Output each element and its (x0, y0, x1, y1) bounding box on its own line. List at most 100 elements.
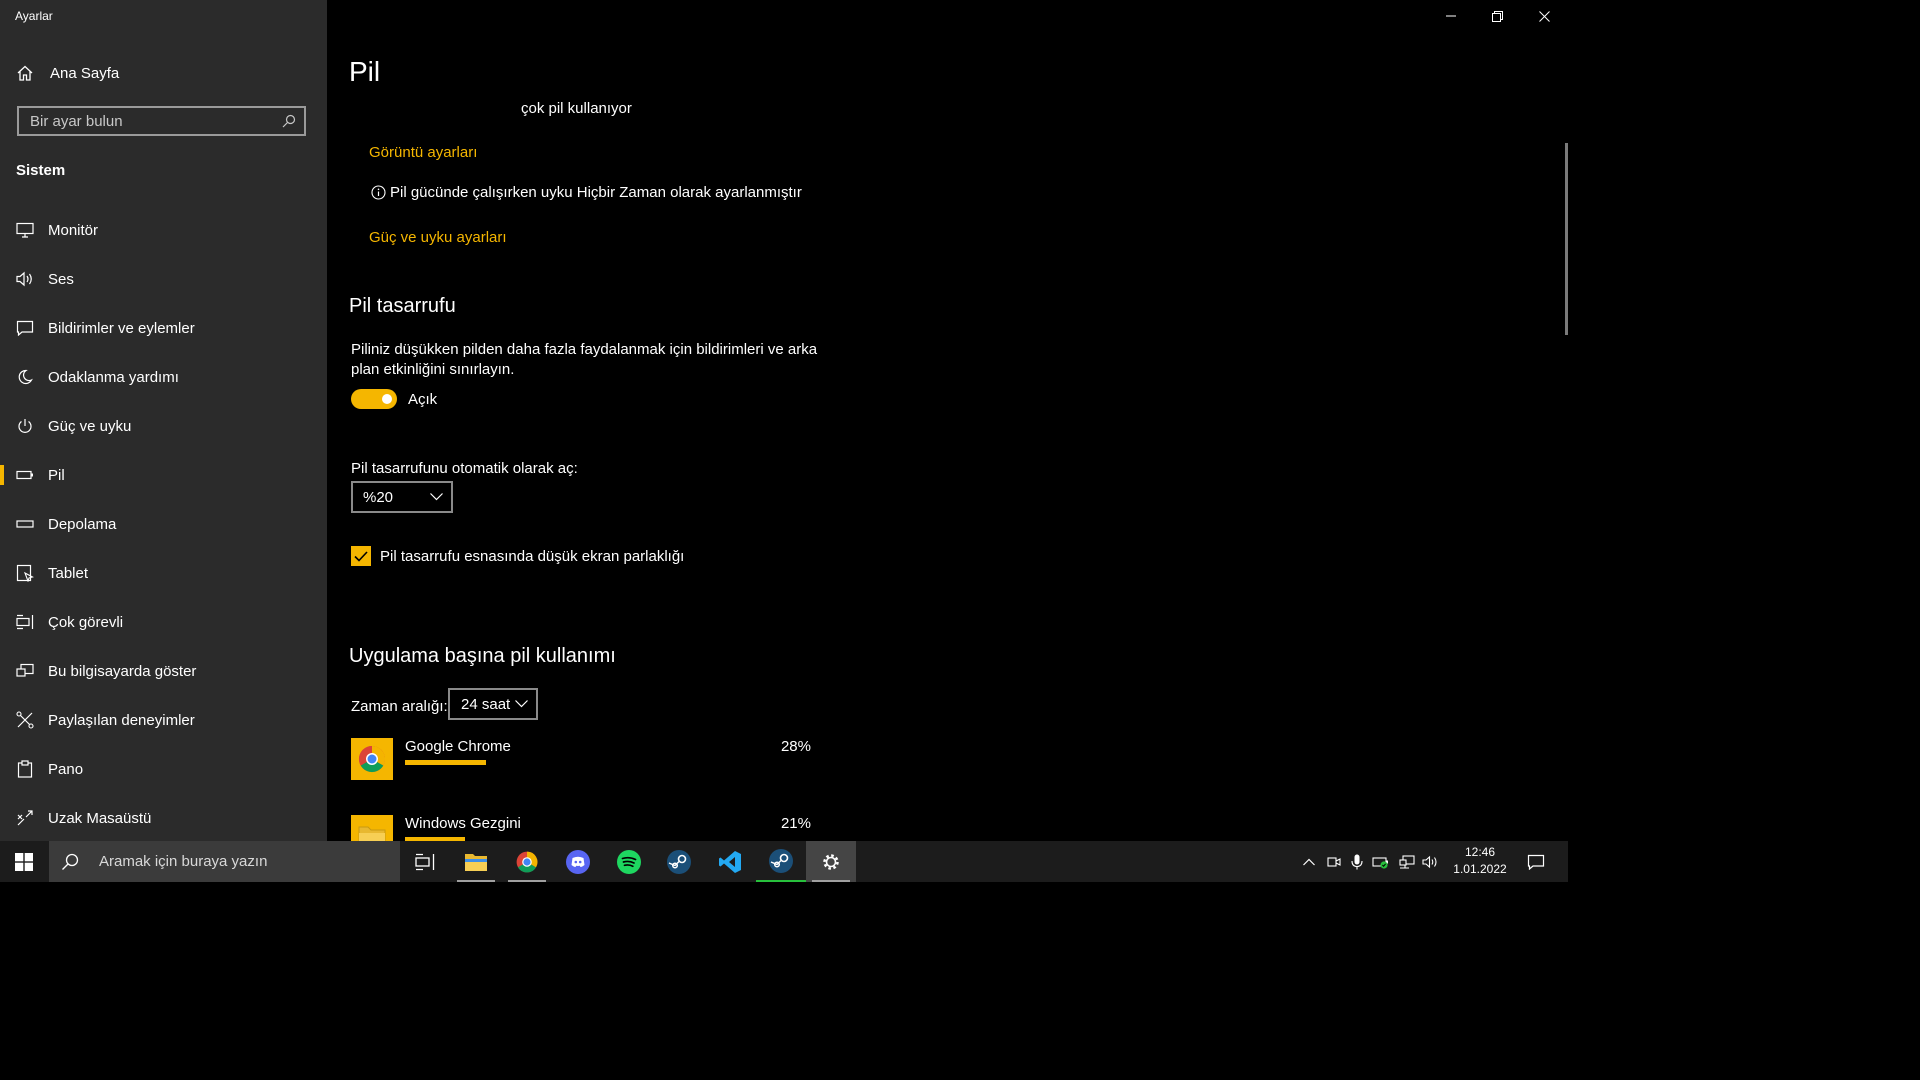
battery-saver-description-line1: Piliniz düşükken pilden daha fazla fayda… (351, 341, 818, 358)
window-title: Ayarlar (15, 9, 53, 23)
sidebar-item-label: Bildirimler ve eylemler (48, 319, 195, 337)
camera-icon (1327, 856, 1341, 867)
app-name: Google Chrome (405, 738, 511, 755)
battery-saver-toggle[interactable] (351, 389, 397, 409)
folder-icon (465, 853, 487, 871)
sidebar-item-storage[interactable]: Depolama (0, 506, 327, 542)
notification-icon (1527, 854, 1545, 870)
taskbar-steam[interactable] (654, 841, 704, 882)
task-view-button[interactable] (400, 841, 450, 882)
info-icon (371, 185, 386, 200)
notification-icon (16, 319, 34, 337)
auto-saver-threshold-dropdown[interactable]: %20 (351, 481, 453, 513)
volume-icon (1422, 855, 1437, 868)
camera-tray-button[interactable] (1323, 841, 1345, 882)
home-label: Ana Sayfa (50, 64, 120, 82)
taskbar-search-box[interactable]: Aramak için buraya yazın (49, 841, 400, 882)
spotify-icon (617, 849, 641, 874)
sidebar-item-label: Uzak Masaüstü (48, 809, 152, 827)
sidebar-item-label: Monitör (48, 221, 99, 239)
volume-tray-button[interactable] (1420, 841, 1442, 882)
vscode-icon (719, 850, 741, 873)
app-usage-bar (405, 760, 486, 765)
sidebar-item-label: Çok görevli (48, 613, 124, 631)
remote-desktop-icon (16, 809, 34, 827)
battery-icon (16, 466, 34, 484)
sidebar-item-power-sleep[interactable]: Güç ve uyku (0, 408, 327, 444)
sidebar-item-label: Pil (48, 466, 65, 484)
sidebar-item-project[interactable]: Bu bilgisayarda göster (0, 653, 327, 689)
time-range-dropdown[interactable]: 24 saat (448, 688, 538, 720)
taskbar-spotify[interactable] (604, 841, 654, 882)
tablet-icon (16, 564, 34, 582)
task-view-icon (415, 853, 435, 870)
sleep-info: Pil gücünde çalışırken uyku Hiçbir Zaman… (371, 184, 802, 201)
power-icon (16, 417, 34, 435)
auto-saver-label: Pil tasarrufunu otomatik olarak aç: (351, 460, 578, 477)
battery-saver-description-line2: plan etkinliğini sınırlayın. (351, 361, 515, 378)
sidebar-item-label: Güç ve uyku (48, 417, 132, 435)
sidebar-item-label: Pano (48, 760, 84, 778)
steam-icon (769, 848, 793, 873)
project-icon (16, 662, 34, 680)
sidebar-item-shared-experiences[interactable]: Paylaşılan deneyimler (0, 702, 327, 738)
battery-tray-button[interactable] (1370, 841, 1392, 882)
show-hidden-icons-button[interactable] (1298, 841, 1320, 882)
sidebar: Ayarlar Ana Sayfa Bir ayar bulun Sistem … (0, 0, 327, 841)
sidebar-item-battery[interactable]: Pil (0, 457, 327, 493)
sidebar-item-label: Bu bilgisayarda göster (48, 662, 197, 680)
chrome-icon (516, 851, 538, 872)
sidebar-item-monitor[interactable]: Monitör (0, 212, 327, 248)
taskbar-discord[interactable] (553, 841, 603, 882)
taskbar-vscode[interactable] (705, 841, 755, 882)
taskbar-clock[interactable]: 12:46 1.01.2022 (1452, 844, 1508, 878)
app-usage-row[interactable]: Google Chrome 28% (351, 738, 811, 782)
page-title: Pil (349, 56, 381, 87)
display-settings-link[interactable]: Görüntü ayarları (369, 144, 477, 161)
low-brightness-checkbox[interactable] (351, 546, 371, 566)
monitor-icon (16, 221, 34, 239)
taskbar-settings[interactable] (806, 841, 856, 882)
home-link[interactable]: Ana Sayfa (16, 64, 119, 82)
discord-icon (566, 849, 590, 874)
start-button[interactable] (0, 841, 48, 882)
gear-icon (823, 853, 839, 870)
taskbar-file-explorer[interactable] (451, 841, 501, 882)
battery-saver-icon (1372, 856, 1388, 869)
settings-search-input[interactable]: Bir ayar bulun (17, 106, 306, 136)
sidebar-item-label: Odaklanma yardımı (48, 368, 179, 386)
sidebar-item-clipboard[interactable]: Pano (0, 751, 327, 787)
dropdown-value: %20 (363, 488, 394, 506)
sidebar-item-label: Ses (48, 270, 74, 288)
shared-icon (16, 711, 34, 729)
sidebar-item-label: Paylaşılan deneyimler (48, 711, 195, 729)
low-brightness-label: Pil tasarrufu esnasında düşük ekran parl… (380, 548, 685, 565)
per-app-usage-heading: Uygulama başına pil kullanımı (349, 645, 616, 667)
sidebar-item-focus-assist[interactable]: Odaklanma yardımı (0, 359, 327, 395)
action-center-button[interactable] (1520, 841, 1552, 882)
multitask-icon (16, 613, 34, 631)
sidebar-item-remote-desktop[interactable]: Uzak Masaüstü (0, 800, 327, 836)
steam-icon (667, 849, 691, 874)
taskbar-steam-2[interactable] (756, 841, 806, 882)
battery-saver-heading: Pil tasarrufu (349, 295, 456, 317)
power-sleep-settings-link[interactable]: Güç ve uyku ayarları (369, 229, 507, 246)
taskbar-search-placeholder: Aramak için buraya yazın (99, 853, 268, 870)
search-icon[interactable] (282, 114, 296, 128)
chevron-down-icon (515, 700, 528, 708)
sidebar-item-notifications[interactable]: Bildirimler ve eylemler (0, 310, 327, 346)
taskbar-chrome[interactable] (502, 841, 552, 882)
microphone-tray-button[interactable] (1346, 841, 1368, 882)
sidebar-item-sound[interactable]: Ses (0, 261, 327, 297)
battery-usage-note: çok pil kullanıyor (521, 100, 632, 117)
sidebar-item-multitasking[interactable]: Çok görevli (0, 604, 327, 640)
app-name: Windows Gezgini (405, 815, 521, 832)
network-tray-button[interactable] (1396, 841, 1418, 882)
clock-date: 1.01.2022 (1453, 862, 1507, 876)
moon-icon (16, 368, 34, 386)
search-placeholder: Bir ayar bulun (30, 112, 123, 130)
home-icon (17, 65, 33, 81)
scrollbar[interactable] (1565, 143, 1568, 335)
sidebar-item-tablet[interactable]: Tablet (0, 555, 327, 591)
app-usage-percent: 21% (780, 815, 811, 832)
